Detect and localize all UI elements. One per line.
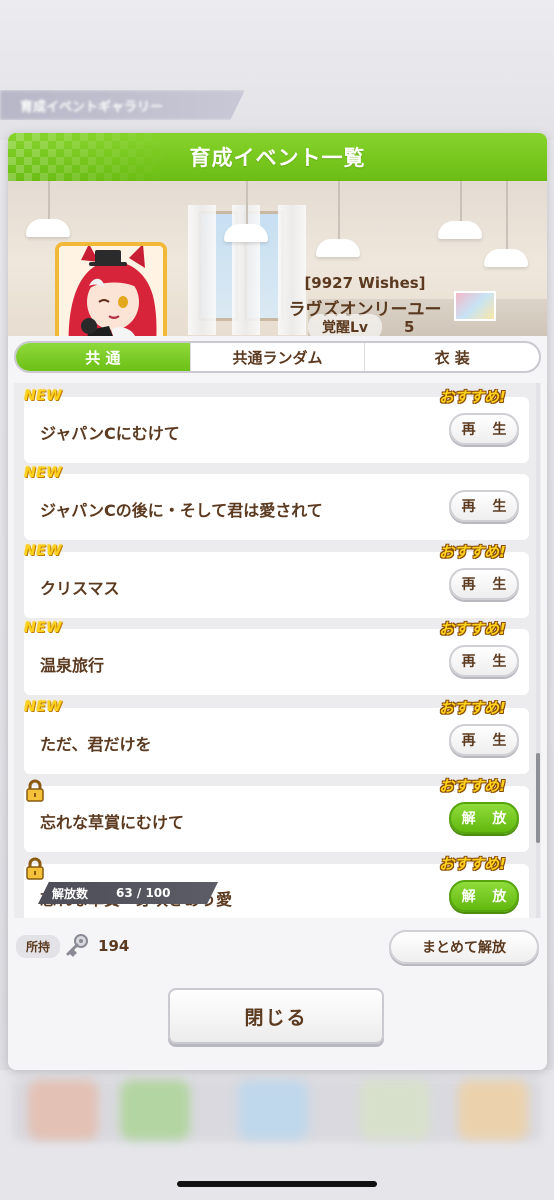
ceiling-lamp-icon — [316, 239, 360, 257]
unlock-cost-label: 解放数 — [52, 886, 89, 901]
ceiling-lamp-icon — [484, 249, 528, 267]
event-title: ジャパンCにむけて — [40, 424, 180, 443]
play-button[interactable]: 再 生 — [449, 568, 519, 600]
new-badge: NEW — [24, 620, 63, 636]
event-list-dialog: 育成イベント一覧 [9927 Wishes] ラヴズオンリーユー 覚醒Lv 5 … — [8, 133, 547, 1070]
character-portrait[interactable] — [55, 242, 167, 336]
owned-keys: 所持 194 — [16, 933, 129, 959]
lock-icon — [26, 779, 44, 802]
event-title: ただ、君だけを — [40, 735, 152, 754]
recommend-badge: おすすめ! — [439, 388, 506, 406]
event-title: ジャパンCの後に・そして君は愛されて — [40, 501, 323, 520]
awaken-level-value: 5 — [404, 318, 415, 336]
play-button[interactable]: 再 生 — [449, 724, 519, 756]
tab-common-random[interactable]: 共通ランダム — [191, 343, 366, 371]
event-row: ジャパンCの後に・そして君は愛されて 再 生 — [24, 474, 529, 540]
event-title: 忘れな草賞にむけて — [40, 813, 185, 832]
lamp-cord — [48, 181, 50, 221]
play-button[interactable]: 再 生 — [449, 490, 519, 522]
unlock-button[interactable]: 解 放 — [449, 880, 519, 912]
new-badge: NEW — [24, 388, 63, 404]
recommend-badge: おすすめ! — [439, 620, 506, 638]
new-badge: NEW — [24, 699, 63, 715]
ceiling-lamp-icon — [224, 224, 268, 242]
background-dock-item — [458, 1080, 528, 1140]
awaken-level: 覚醒Lv 5 — [308, 314, 414, 336]
scrollbar-thumb[interactable] — [536, 753, 540, 843]
new-badge: NEW — [24, 465, 63, 481]
unlock-button[interactable]: 解 放 — [449, 802, 519, 834]
play-button[interactable]: 再 生 — [449, 413, 519, 445]
card-hero-banner: ★ ★ ★ ★ [9927 Wishes] ラヴズオンリーユー 覚醒Lv 5 — [8, 181, 547, 336]
event-title: クリスマス — [40, 579, 120, 598]
close-button[interactable]: 閉じる — [168, 988, 384, 1044]
recommend-badge: おすすめ! — [439, 699, 506, 717]
tab-costume[interactable]: 衣 装 — [365, 343, 539, 371]
dialog-title: 育成イベント一覧 — [189, 146, 366, 170]
character-portrait-art — [59, 246, 163, 336]
background-dock-item — [238, 1080, 308, 1140]
background-poster — [454, 291, 496, 321]
ceiling-lamp-icon — [438, 221, 482, 239]
background-curtain — [188, 205, 216, 335]
tab-common[interactable]: 共 通 — [16, 343, 191, 371]
play-button[interactable]: 再 生 — [449, 645, 519, 677]
key-icon — [66, 934, 89, 957]
ceiling-lamp-icon — [26, 219, 70, 237]
background-dock-item — [28, 1080, 98, 1140]
dialog-header: 育成イベント一覧 — [8, 133, 547, 181]
lamp-cord — [460, 181, 462, 223]
home-indicator — [177, 1181, 377, 1187]
unlock-cost-value: 63 / 100 — [116, 886, 171, 900]
recommend-badge: おすすめ! — [439, 543, 506, 561]
lock-icon — [26, 857, 44, 880]
awaken-level-label: 覚醒Lv — [308, 314, 383, 336]
recommend-badge: おすすめ! — [439, 855, 506, 873]
owned-label: 所持 — [16, 934, 61, 958]
background-dock-item — [120, 1080, 190, 1140]
event-title: 温泉旅行 — [40, 656, 105, 675]
unlock-cost-banner: 解放数 63 / 100 — [38, 882, 218, 904]
bulk-unlock-button[interactable]: まとめて解放 — [389, 930, 539, 964]
event-list[interactable]: ジャパンCにむけて 再 生 NEW おすすめ! ジャパンCの後に・そして君は愛さ… — [14, 383, 541, 918]
lamp-cord — [246, 181, 248, 226]
new-badge: NEW — [24, 543, 63, 559]
lamp-cord — [338, 181, 340, 241]
category-tabs: 共 通 共通ランダム 衣 装 — [14, 341, 541, 373]
lamp-cord — [506, 181, 508, 251]
background-banner-text: 育成イベントギャラリー — [20, 100, 164, 115]
owned-value: 194 — [98, 937, 130, 955]
recommend-badge: おすすめ! — [439, 777, 506, 795]
background-dock-item — [360, 1080, 430, 1140]
card-title: [9927 Wishes] — [304, 274, 426, 292]
